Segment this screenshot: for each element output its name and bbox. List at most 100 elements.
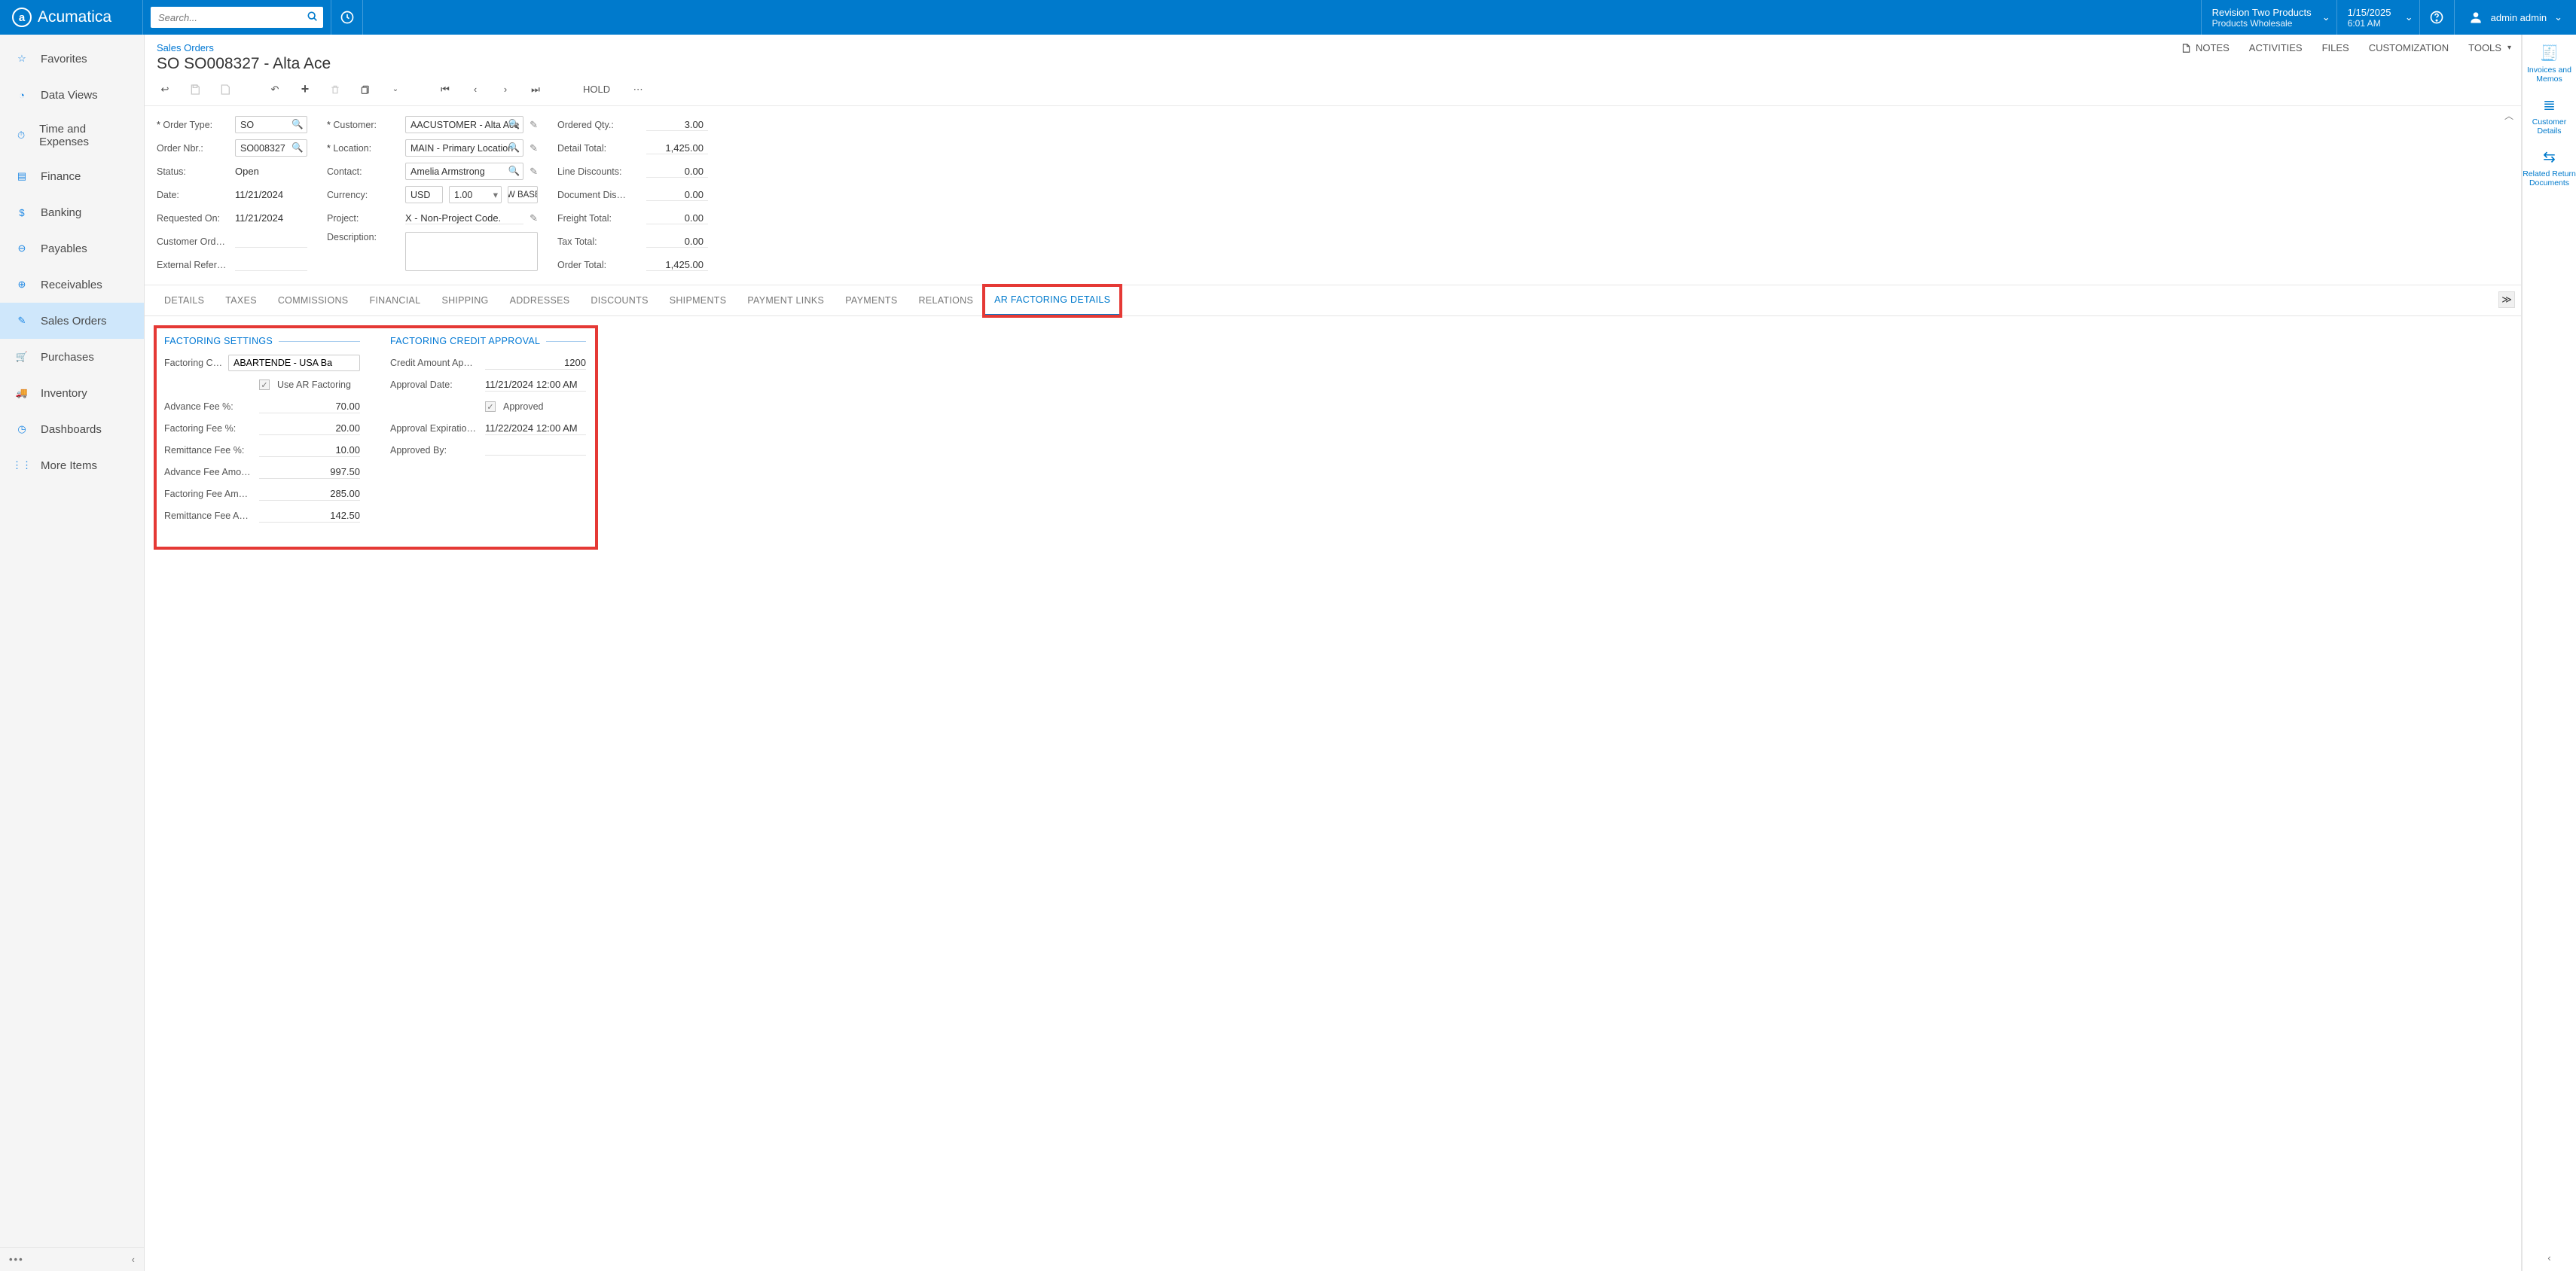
breadcrumb[interactable]: Sales Orders xyxy=(157,42,2509,53)
selector-icon[interactable]: 🔍 xyxy=(508,166,520,177)
business-date-selector[interactable]: 1/15/2025 6:01 AM ⌄ xyxy=(2336,0,2419,35)
edit-project-icon[interactable]: ✎ xyxy=(530,212,538,224)
nav-item-finance[interactable]: ▤Finance xyxy=(0,158,144,194)
approval-date-label: Approval Date: xyxy=(390,379,481,390)
currency-rate-field[interactable]: 1.00▾ xyxy=(449,186,502,203)
nav-item-data-views[interactable]: ◔Data Views xyxy=(0,77,144,113)
nav-label: Inventory xyxy=(41,387,87,400)
tab-payments[interactable]: PAYMENTS xyxy=(835,286,908,315)
hold-button[interactable]: HOLD xyxy=(577,81,616,98)
approval-date-value: 11/21/2024 12:00 AM xyxy=(485,379,586,392)
activities-label: ACTIVITIES xyxy=(2249,42,2303,53)
rail-invoices-memos[interactable]: 🧾 Invoices and Memos xyxy=(2523,45,2576,84)
tab-ar-factoring-details[interactable]: AR FACTORING DETAILS xyxy=(984,285,1121,316)
nav-item-time-and-expenses[interactable]: ⏱Time and Expenses xyxy=(0,113,144,158)
rail-customer-details[interactable]: ≣ Customer Details xyxy=(2523,97,2576,136)
edit-location-icon[interactable]: ✎ xyxy=(530,142,538,154)
order-type-value: SO xyxy=(240,120,254,130)
last-record-button[interactable]: ⏭ xyxy=(527,81,544,98)
nav-label: Receivables xyxy=(41,279,102,291)
user-menu[interactable]: admin admin ⌄ xyxy=(2454,0,2576,35)
factoring-fee-amt-label: Factoring Fee Am… xyxy=(164,489,255,499)
view-base-button[interactable]: VIEW BASE xyxy=(508,186,538,203)
remittance-fee-pct-label: Remittance Fee %: xyxy=(164,445,255,456)
prev-record-button[interactable]: ‹ xyxy=(467,81,484,98)
tab-commissions[interactable]: COMMISSIONS xyxy=(267,286,359,315)
tab-discounts[interactable]: DISCOUNTS xyxy=(580,286,658,315)
tab-relations[interactable]: RELATIONS xyxy=(908,286,984,315)
approved-by-label: Approved By: xyxy=(390,445,481,456)
files-action[interactable]: FILES xyxy=(2322,42,2349,53)
factoring-company-field[interactable] xyxy=(228,355,360,371)
nav-item-dashboards[interactable]: ◷Dashboards xyxy=(0,411,144,447)
selector-icon[interactable]: 🔍 xyxy=(508,142,520,154)
add-button[interactable]: + xyxy=(297,81,313,98)
brand-logo[interactable]: a Acumatica xyxy=(0,0,143,35)
tab-financial[interactable]: FINANCIAL xyxy=(359,286,431,315)
selector-icon[interactable]: 🔍 xyxy=(291,119,304,130)
clipboard-dropdown[interactable]: ⌄ xyxy=(387,81,404,98)
tab-taxes[interactable]: TAXES xyxy=(215,286,267,315)
first-record-button[interactable]: ⏮ xyxy=(437,81,453,98)
factoring-approval-title: FACTORING CREDIT APPROVAL xyxy=(390,336,540,346)
description-field[interactable] xyxy=(405,232,538,271)
next-record-button[interactable]: › xyxy=(497,81,514,98)
back-button[interactable]: ↩ xyxy=(157,81,173,98)
selector-icon[interactable]: 🔍 xyxy=(508,119,520,130)
rail-related-returns[interactable]: ⇆ Related Return Documents xyxy=(2523,149,2576,187)
selector-icon[interactable]: 🔍 xyxy=(291,142,304,154)
tab-details[interactable]: DETAILS xyxy=(154,286,215,315)
order-type-field[interactable]: SO 🔍 xyxy=(235,116,307,133)
nav-icon: ⏱ xyxy=(14,127,29,144)
activities-action[interactable]: ACTIVITIES xyxy=(2249,42,2303,53)
location-field[interactable]: MAIN - Primary Location🔍 xyxy=(405,139,523,157)
tax-total-label: Tax Total: xyxy=(557,236,640,247)
nav-item-banking[interactable]: $Banking xyxy=(0,194,144,230)
nav-item-favorites[interactable]: ☆Favorites xyxy=(0,41,144,77)
tab-payment-links[interactable]: PAYMENT LINKS xyxy=(737,286,835,315)
nav-icon: 🛒 xyxy=(14,349,30,365)
advance-fee-pct-value: 70.00 xyxy=(259,401,360,413)
collapse-nav-icon[interactable]: ‹ xyxy=(132,1254,135,1265)
nav-item-receivables[interactable]: ⊕Receivables xyxy=(0,267,144,303)
currency-value: USD xyxy=(411,190,430,200)
use-ar-factoring-checkbox[interactable]: ✓ xyxy=(259,379,270,390)
nav-item-more-items[interactable]: ⋮⋮More Items xyxy=(0,447,144,483)
tab-shipping[interactable]: SHIPPING xyxy=(431,286,499,315)
tabs-overflow-button[interactable]: ≫ xyxy=(2498,291,2515,308)
edit-customer-icon[interactable]: ✎ xyxy=(530,119,538,131)
order-nbr-field[interactable]: SO008327🔍 xyxy=(235,139,307,157)
search-icon[interactable] xyxy=(307,11,319,23)
nav-item-sales-orders[interactable]: ✎Sales Orders xyxy=(0,303,144,339)
tab-addresses[interactable]: ADDRESSES xyxy=(499,286,581,315)
customization-label: CUSTOMIZATION xyxy=(2369,42,2449,53)
edit-contact-icon[interactable]: ✎ xyxy=(530,166,538,178)
returns-icon: ⇆ xyxy=(2543,149,2556,166)
more-actions-button[interactable]: ⋯ xyxy=(630,81,646,98)
clipboard-button[interactable] xyxy=(357,81,374,98)
customization-action[interactable]: CUSTOMIZATION xyxy=(2369,42,2449,53)
nav-item-purchases[interactable]: 🛒Purchases xyxy=(0,339,144,375)
tools-action[interactable]: TOOLS xyxy=(2468,42,2511,53)
help-button[interactable] xyxy=(2419,0,2454,35)
notes-action[interactable]: NOTES xyxy=(2181,42,2230,53)
business-date: 1/15/2025 xyxy=(2348,7,2409,18)
nav-item-payables[interactable]: ⊖Payables xyxy=(0,230,144,267)
tenant-selector[interactable]: Revision Two Products Products Wholesale… xyxy=(2201,0,2336,35)
contact-field[interactable]: Amelia Armstrong🔍 xyxy=(405,163,523,180)
undo-button[interactable]: ↶ xyxy=(267,81,283,98)
siderail-collapse-icon[interactable]: ‹ xyxy=(2540,1245,2558,1271)
dropdown-icon[interactable]: ▾ xyxy=(493,189,498,200)
recent-icon[interactable] xyxy=(331,0,363,35)
currency-field[interactable]: USD xyxy=(405,186,443,203)
factoring-fee-pct-label: Factoring Fee %: xyxy=(164,423,255,434)
tab-shipments[interactable]: SHIPMENTS xyxy=(659,286,737,315)
collapse-header-icon[interactable]: ︿ xyxy=(2504,109,2513,122)
more-menu-icon[interactable]: ••• xyxy=(9,1254,24,1265)
search-input[interactable] xyxy=(151,7,323,28)
files-label: FILES xyxy=(2322,42,2349,53)
customer-field[interactable]: AACUSTOMER - Alta Ace🔍 xyxy=(405,116,523,133)
approved-checkbox[interactable]: ✓ xyxy=(485,401,496,412)
nav-item-inventory[interactable]: 🚚Inventory xyxy=(0,375,144,411)
external-ref-label: External Refer… xyxy=(157,260,229,270)
